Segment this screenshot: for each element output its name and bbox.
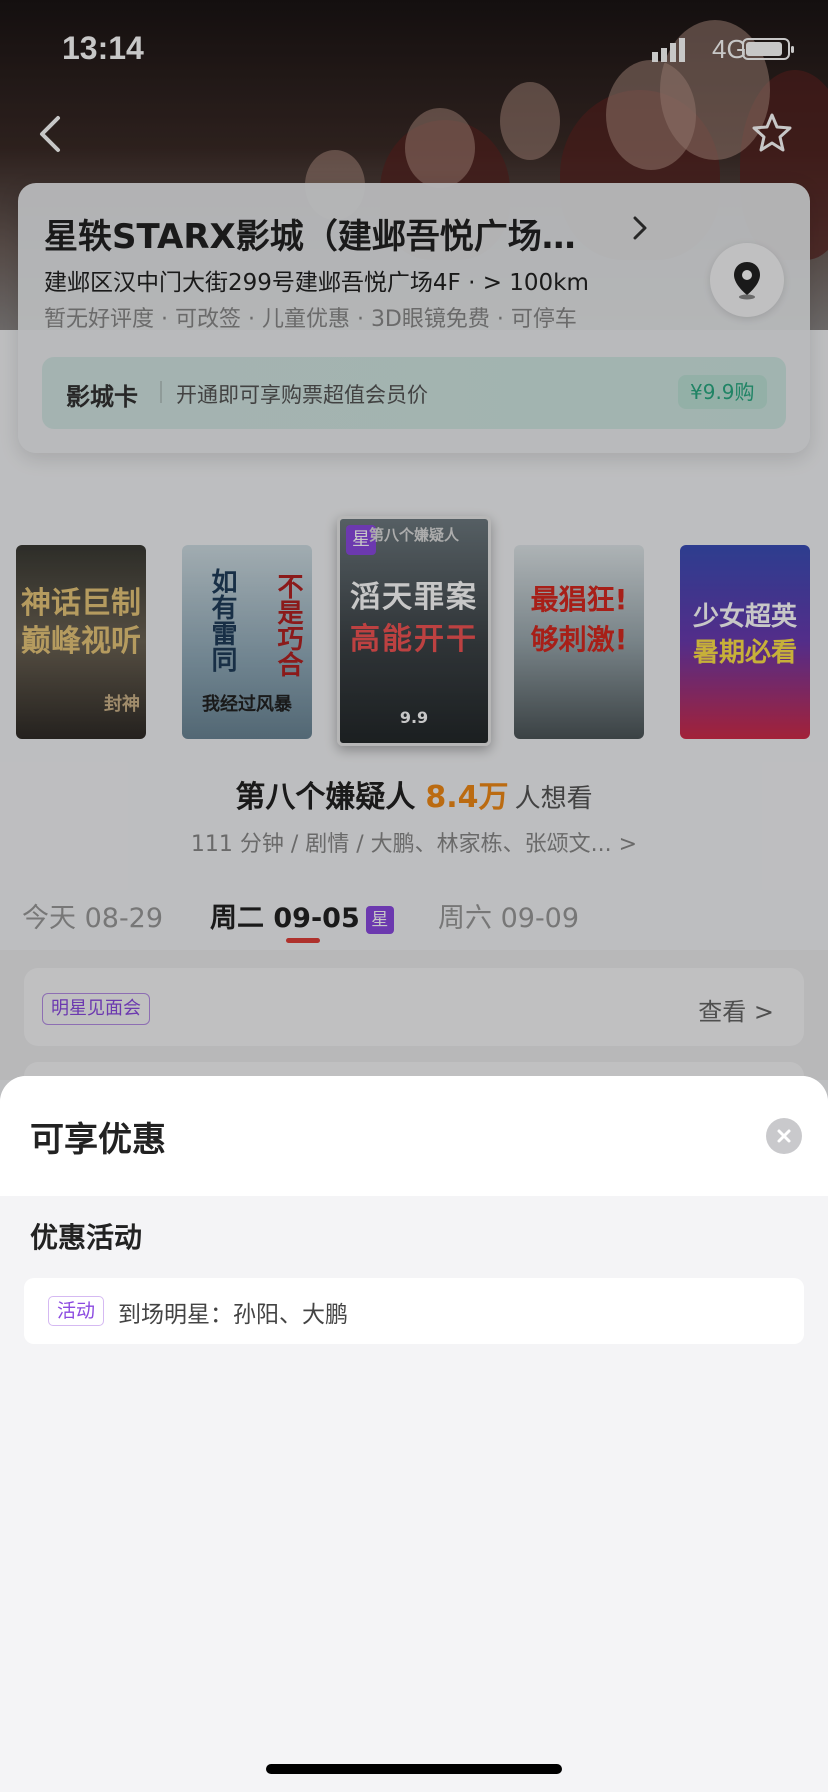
discount-bottom-sheet: 可享优惠 优惠活动 活动 到场明星：孙阳、大鹏 [0, 1076, 828, 1792]
sheet-header: 可享优惠 [0, 1076, 828, 1196]
home-indicator[interactable] [266, 1764, 562, 1774]
close-icon [777, 1129, 791, 1143]
close-button[interactable] [766, 1118, 802, 1154]
promo-tag: 活动 [48, 1296, 105, 1326]
promo-item: 活动 到场明星：孙阳、大鹏 [24, 1278, 804, 1344]
sheet-title: 可享优惠 [30, 1120, 166, 1160]
section-title: 优惠活动 [30, 1221, 143, 1254]
promo-text: 到场明星：孙阳、大鹏 [118, 1302, 348, 1328]
